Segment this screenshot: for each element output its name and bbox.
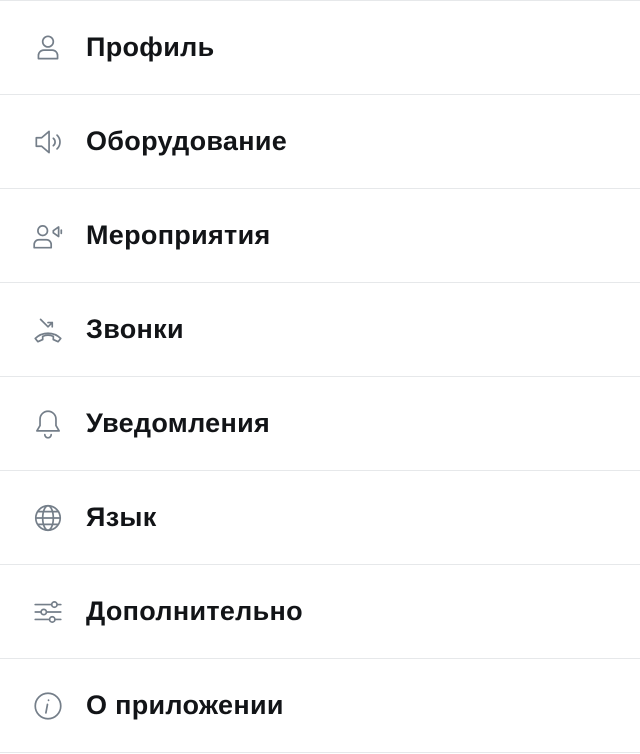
menu-item-calls[interactable]: Звонки xyxy=(0,283,640,377)
sliders-icon xyxy=(30,594,66,630)
menu-item-language[interactable]: Язык xyxy=(0,471,640,565)
menu-item-label: О приложении xyxy=(86,690,284,720)
menu-item-about[interactable]: О приложении xyxy=(0,659,640,753)
menu-item-label: Язык xyxy=(86,502,157,532)
menu-item-label: Звонки xyxy=(86,314,184,344)
menu-item-events[interactable]: Мероприятия xyxy=(0,189,640,283)
menu-item-advanced[interactable]: Дополнительно xyxy=(0,565,640,659)
menu-item-profile[interactable]: Профиль xyxy=(0,1,640,95)
menu-item-equipment[interactable]: Оборудование xyxy=(0,95,640,189)
speaker-icon xyxy=(30,124,66,160)
globe-icon xyxy=(30,500,66,536)
info-icon xyxy=(30,688,66,724)
settings-menu: Профиль Оборудование Мероприятия Звонки … xyxy=(0,0,640,754)
bell-icon xyxy=(30,406,66,442)
menu-item-label: Уведомления xyxy=(86,408,271,438)
menu-item-label: Профиль xyxy=(86,32,215,62)
menu-item-notifications[interactable]: Уведомления xyxy=(0,377,640,471)
person-icon xyxy=(30,30,66,66)
menu-item-label: Дополнительно xyxy=(86,596,303,626)
event-speaker-icon xyxy=(30,218,66,254)
menu-item-label: Оборудование xyxy=(86,126,288,156)
call-icon xyxy=(30,312,66,348)
menu-item-label: Мероприятия xyxy=(86,220,271,250)
